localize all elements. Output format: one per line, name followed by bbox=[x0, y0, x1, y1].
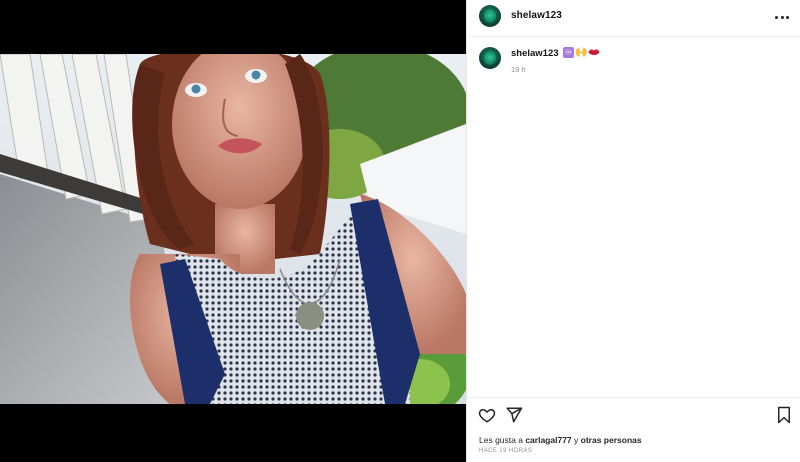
avatar-image bbox=[484, 9, 496, 23]
post-header: shelaw123 bbox=[467, 0, 800, 37]
avatar-image bbox=[484, 51, 496, 65]
kiss-mark-emoji bbox=[588, 49, 600, 55]
caption-username[interactable]: shelaw123 bbox=[511, 48, 559, 59]
action-bar bbox=[467, 397, 800, 431]
post-photo[interactable] bbox=[0, 54, 466, 404]
heart-icon[interactable] bbox=[478, 406, 496, 424]
caption-comment: shelaw123 ♾ 🙌 19 h bbox=[467, 44, 800, 84]
caption-emojis: ♾ 🙌 bbox=[563, 47, 600, 58]
caption-timestamp[interactable]: 19 h bbox=[511, 65, 526, 74]
infinity-emoji: ♾ bbox=[563, 47, 574, 58]
post-photo-image bbox=[0, 54, 466, 404]
first-liker-link[interactable]: carlagal777 bbox=[525, 435, 571, 445]
post-side-panel: shelaw123 shelaw123 ♾ 🙌 19 h Les gusta a… bbox=[466, 0, 800, 462]
likes-prefix: Les gusta a bbox=[479, 435, 523, 445]
post-date: HACE 19 HORAS bbox=[479, 448, 533, 454]
raised-hands-emoji: 🙌 bbox=[575, 47, 588, 58]
author-username[interactable]: shelaw123 bbox=[511, 10, 562, 21]
likes-summary: Les gusta a carlagal777 y otras personas bbox=[479, 435, 642, 445]
author-avatar[interactable] bbox=[479, 5, 501, 27]
more-horizontal-icon[interactable] bbox=[773, 9, 791, 25]
likes-joiner: y bbox=[574, 435, 579, 445]
post-media-panel bbox=[0, 0, 466, 462]
bookmark-icon[interactable] bbox=[776, 406, 792, 424]
other-likers-link[interactable]: otras personas bbox=[581, 435, 642, 445]
caption-author-avatar[interactable] bbox=[479, 47, 501, 69]
paper-plane-icon[interactable] bbox=[505, 406, 523, 424]
